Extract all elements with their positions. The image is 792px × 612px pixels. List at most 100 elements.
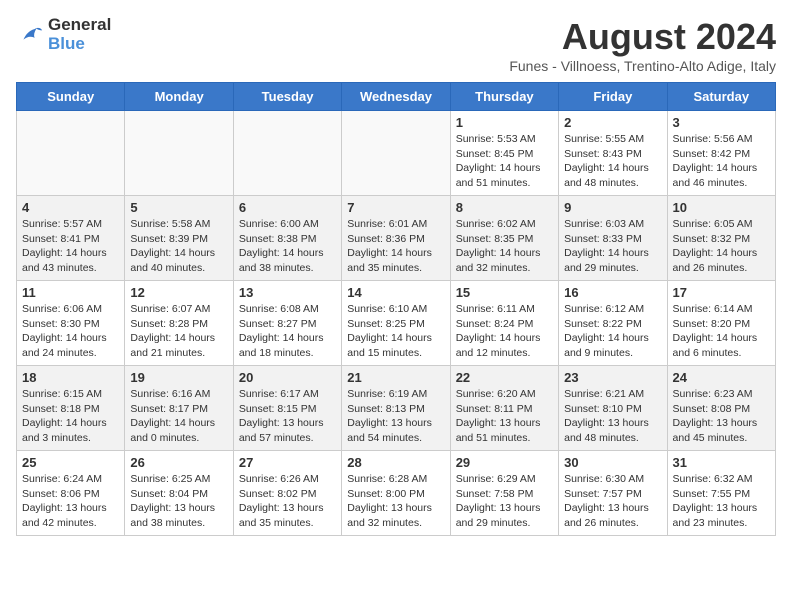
- day-info: Sunrise: 6:17 AMSunset: 8:15 PMDaylight:…: [239, 387, 336, 446]
- day-number: 10: [673, 200, 770, 215]
- title-area: August 2024 Funes - Villnoess, Trentino-…: [509, 16, 776, 74]
- day-cell: 2 Sunrise: 5:55 AMSunset: 8:43 PMDaylight…: [559, 111, 667, 196]
- day-cell: 12 Sunrise: 6:07 AMSunset: 8:28 PMDayligh…: [125, 281, 233, 366]
- day-info: Sunrise: 5:57 AMSunset: 8:41 PMDaylight:…: [22, 217, 119, 276]
- day-cell: 29Sunrise: 6:29 AMSunset: 7:58 PMDayligh…: [450, 451, 558, 536]
- day-cell: 3 Sunrise: 5:56 AMSunset: 8:42 PMDaylight…: [667, 111, 775, 196]
- day-cell: 5 Sunrise: 5:58 AMSunset: 8:39 PMDaylight…: [125, 196, 233, 281]
- day-number: 26: [130, 455, 227, 470]
- day-cell: 14Sunrise: 6:10 AMSunset: 8:25 PMDayligh…: [342, 281, 450, 366]
- day-number: 30: [564, 455, 661, 470]
- day-number: 6: [239, 200, 336, 215]
- day-cell: 28 Sunrise: 6:28 AMSunset: 8:00 PMDayligh…: [342, 451, 450, 536]
- day-number: 2: [564, 115, 661, 130]
- day-number: 31: [673, 455, 770, 470]
- day-number: 25: [22, 455, 119, 470]
- day-cell: 19Sunrise: 6:16 AMSunset: 8:17 PMDayligh…: [125, 366, 233, 451]
- day-info: Sunrise: 6:03 AMSunset: 8:33 PMDaylight:…: [564, 217, 661, 276]
- day-cell: 27 Sunrise: 6:26 AMSunset: 8:02 PMDayligh…: [233, 451, 341, 536]
- week-row-3: 11 Sunrise: 6:06 AMSunset: 8:30 PMDayligh…: [17, 281, 776, 366]
- day-info: Sunrise: 6:25 AMSunset: 8:04 PMDaylight:…: [130, 472, 227, 531]
- day-cell: [233, 111, 341, 196]
- day-cell: 1 Sunrise: 5:53 AMSunset: 8:45 PMDaylight…: [450, 111, 558, 196]
- day-info: Sunrise: 6:00 AMSunset: 8:38 PMDaylight:…: [239, 217, 336, 276]
- day-info: Sunrise: 6:06 AMSunset: 8:30 PMDaylight:…: [22, 302, 119, 361]
- day-cell: 21Sunrise: 6:19 AMSunset: 8:13 PMDayligh…: [342, 366, 450, 451]
- day-cell: 26 Sunrise: 6:25 AMSunset: 8:04 PMDayligh…: [125, 451, 233, 536]
- day-cell: [125, 111, 233, 196]
- day-info: Sunrise: 6:30 AMSunset: 7:57 PMDaylight:…: [564, 472, 661, 531]
- logo-icon: [16, 21, 44, 49]
- day-number: 21: [347, 370, 444, 385]
- day-cell: 7 Sunrise: 6:01 AMSunset: 8:36 PMDaylight…: [342, 196, 450, 281]
- week-row-1: 1 Sunrise: 5:53 AMSunset: 8:45 PMDaylight…: [17, 111, 776, 196]
- day-cell: 15 Sunrise: 6:11 AMSunset: 8:24 PMDayligh…: [450, 281, 558, 366]
- logo: General Blue: [16, 16, 111, 53]
- day-info: Sunrise: 6:24 AMSunset: 8:06 PMDaylight:…: [22, 472, 119, 531]
- day-cell: 18 Sunrise: 6:15 AMSunset: 8:18 PMDayligh…: [17, 366, 125, 451]
- day-number: 13: [239, 285, 336, 300]
- page-header: General Blue August 2024 Funes - Villnoe…: [16, 16, 776, 74]
- day-cell: 20 Sunrise: 6:17 AMSunset: 8:15 PMDayligh…: [233, 366, 341, 451]
- day-cell: 10Sunrise: 6:05 AMSunset: 8:32 PMDayligh…: [667, 196, 775, 281]
- day-info: Sunrise: 6:12 AMSunset: 8:22 PMDaylight:…: [564, 302, 661, 361]
- week-row-2: 4Sunrise: 5:57 AMSunset: 8:41 PMDaylight…: [17, 196, 776, 281]
- week-row-5: 25 Sunrise: 6:24 AMSunset: 8:06 PMDayligh…: [17, 451, 776, 536]
- day-number: 14: [347, 285, 444, 300]
- day-number: 15: [456, 285, 553, 300]
- week-row-4: 18 Sunrise: 6:15 AMSunset: 8:18 PMDayligh…: [17, 366, 776, 451]
- day-number: 11: [22, 285, 119, 300]
- header-cell-sunday: Sunday: [17, 83, 125, 111]
- day-info: Sunrise: 5:58 AMSunset: 8:39 PMDaylight:…: [130, 217, 227, 276]
- day-number: 16: [564, 285, 661, 300]
- header-cell-friday: Friday: [559, 83, 667, 111]
- day-info: Sunrise: 6:29 AMSunset: 7:58 PMDaylight:…: [456, 472, 553, 531]
- day-number: 1: [456, 115, 553, 130]
- day-cell: 9 Sunrise: 6:03 AMSunset: 8:33 PMDaylight…: [559, 196, 667, 281]
- day-number: 22: [456, 370, 553, 385]
- day-info: Sunrise: 6:14 AMSunset: 8:20 PMDaylight:…: [673, 302, 770, 361]
- day-cell: [342, 111, 450, 196]
- day-number: 9: [564, 200, 661, 215]
- day-cell: 17 Sunrise: 6:14 AMSunset: 8:20 PMDayligh…: [667, 281, 775, 366]
- day-info: Sunrise: 6:11 AMSunset: 8:24 PMDaylight:…: [456, 302, 553, 361]
- day-cell: 31Sunrise: 6:32 AMSunset: 7:55 PMDayligh…: [667, 451, 775, 536]
- day-number: 7: [347, 200, 444, 215]
- day-cell: 6 Sunrise: 6:00 AMSunset: 8:38 PMDaylight…: [233, 196, 341, 281]
- day-number: 5: [130, 200, 227, 215]
- day-info: Sunrise: 5:55 AMSunset: 8:43 PMDaylight:…: [564, 132, 661, 191]
- day-info: Sunrise: 6:20 AMSunset: 8:11 PMDaylight:…: [456, 387, 553, 446]
- day-cell: 24Sunrise: 6:23 AMSunset: 8:08 PMDayligh…: [667, 366, 775, 451]
- day-info: Sunrise: 6:01 AMSunset: 8:36 PMDaylight:…: [347, 217, 444, 276]
- day-number: 19: [130, 370, 227, 385]
- header-cell-tuesday: Tuesday: [233, 83, 341, 111]
- day-cell: 25 Sunrise: 6:24 AMSunset: 8:06 PMDayligh…: [17, 451, 125, 536]
- day-info: Sunrise: 6:07 AMSunset: 8:28 PMDaylight:…: [130, 302, 227, 361]
- day-cell: [17, 111, 125, 196]
- header-cell-wednesday: Wednesday: [342, 83, 450, 111]
- logo-text: General Blue: [48, 16, 111, 53]
- day-info: Sunrise: 6:28 AMSunset: 8:00 PMDaylight:…: [347, 472, 444, 531]
- calendar-subtitle: Funes - Villnoess, Trentino-Alto Adige, …: [509, 58, 776, 74]
- day-cell: 16 Sunrise: 6:12 AMSunset: 8:22 PMDayligh…: [559, 281, 667, 366]
- day-number: 28: [347, 455, 444, 470]
- day-cell: 13Sunrise: 6:08 AMSunset: 8:27 PMDayligh…: [233, 281, 341, 366]
- day-number: 20: [239, 370, 336, 385]
- day-info: Sunrise: 5:56 AMSunset: 8:42 PMDaylight:…: [673, 132, 770, 191]
- day-info: Sunrise: 6:15 AMSunset: 8:18 PMDaylight:…: [22, 387, 119, 446]
- day-cell: 11 Sunrise: 6:06 AMSunset: 8:30 PMDayligh…: [17, 281, 125, 366]
- day-number: 17: [673, 285, 770, 300]
- header-cell-thursday: Thursday: [450, 83, 558, 111]
- day-info: Sunrise: 5:53 AMSunset: 8:45 PMDaylight:…: [456, 132, 553, 191]
- day-info: Sunrise: 6:26 AMSunset: 8:02 PMDaylight:…: [239, 472, 336, 531]
- day-number: 18: [22, 370, 119, 385]
- day-info: Sunrise: 6:02 AMSunset: 8:35 PMDaylight:…: [456, 217, 553, 276]
- day-cell: 4Sunrise: 5:57 AMSunset: 8:41 PMDaylight…: [17, 196, 125, 281]
- calendar-table: SundayMondayTuesdayWednesdayThursdayFrid…: [16, 82, 776, 536]
- day-number: 3: [673, 115, 770, 130]
- day-number: 12: [130, 285, 227, 300]
- day-info: Sunrise: 6:23 AMSunset: 8:08 PMDaylight:…: [673, 387, 770, 446]
- day-cell: 8Sunrise: 6:02 AMSunset: 8:35 PMDaylight…: [450, 196, 558, 281]
- calendar-title: August 2024: [509, 16, 776, 58]
- day-number: 27: [239, 455, 336, 470]
